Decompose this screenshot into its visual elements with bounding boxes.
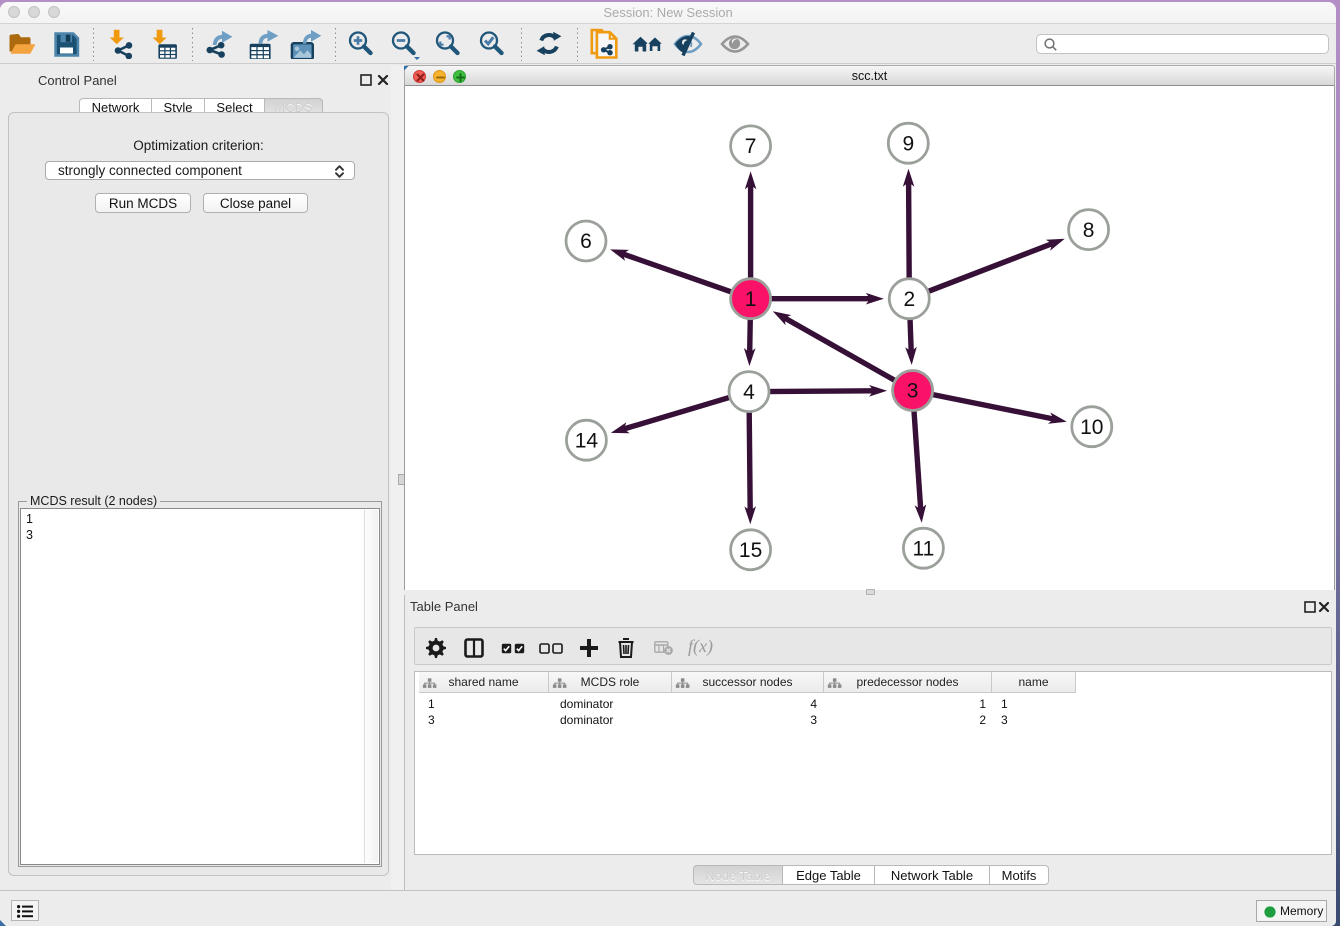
svg-text:8: 8 [1083,219,1095,242]
svg-text:11: 11 [912,537,934,560]
svg-text:14: 14 [575,429,599,452]
svg-text:10: 10 [1080,416,1103,439]
svg-text:7: 7 [745,135,757,158]
svg-text:15: 15 [739,539,762,562]
svg-text:4: 4 [743,381,755,404]
svg-text:3: 3 [907,380,919,403]
svg-text:9: 9 [902,132,914,155]
svg-text:1: 1 [745,288,757,311]
svg-text:2: 2 [903,288,915,311]
svg-text:6: 6 [580,230,592,253]
